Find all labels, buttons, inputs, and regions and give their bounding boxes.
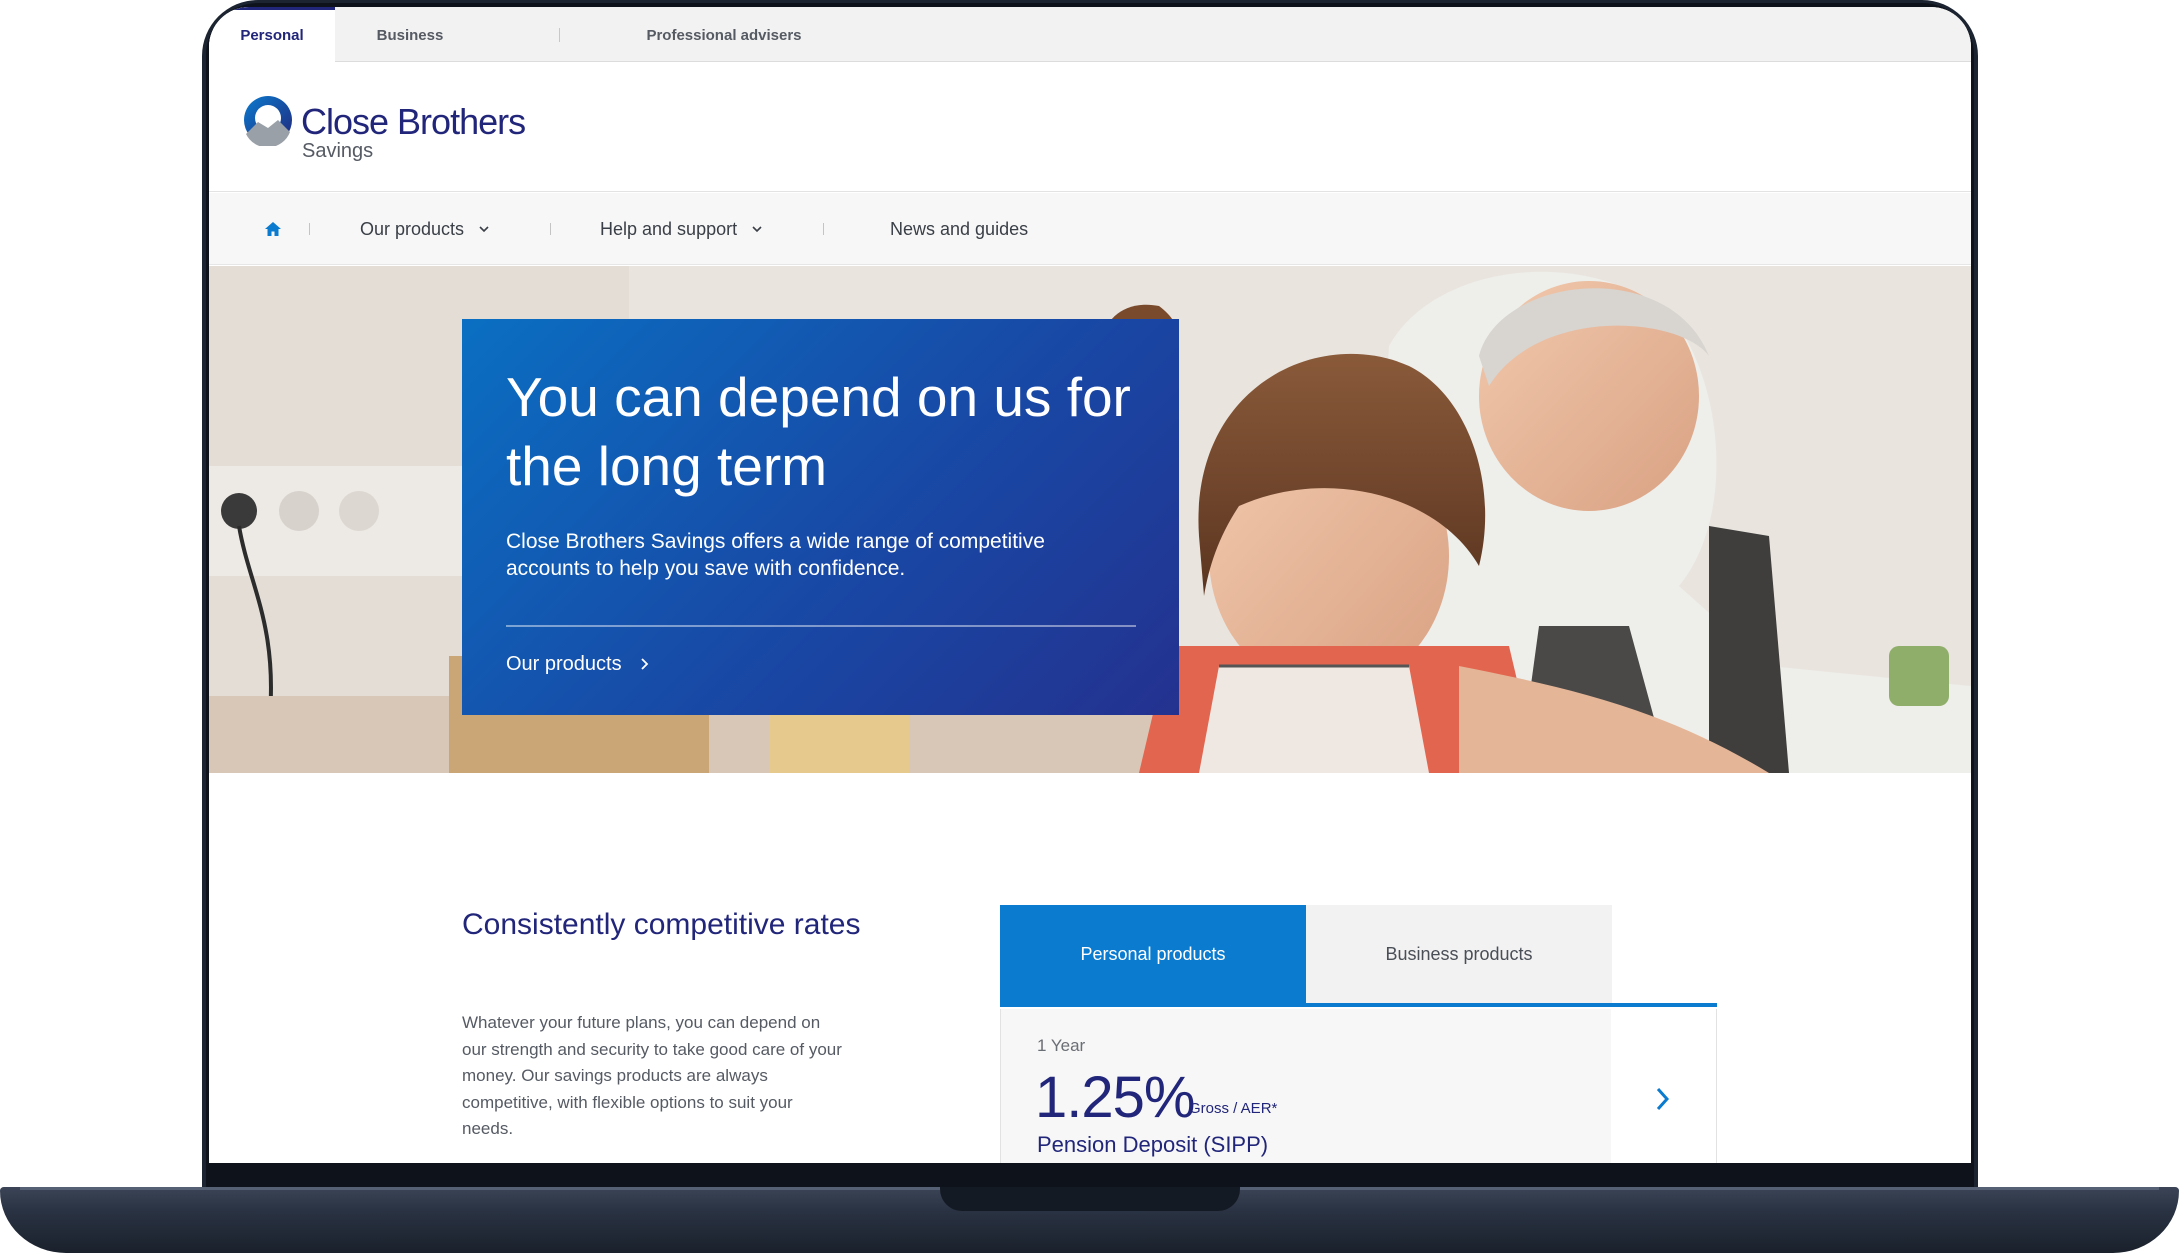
hero-text: Close Brothers Savings offers a wide ran… <box>506 530 1045 580</box>
tab-business[interactable]: Business <box>349 7 471 62</box>
product-tabs-underline <box>1000 1003 1717 1007</box>
rates-text: Whatever your future plans, you can depe… <box>462 1013 842 1138</box>
hero-card: You can depend on us for the long term C… <box>462 319 1179 715</box>
nav-divider <box>823 223 824 235</box>
chevron-down-icon <box>752 226 762 233</box>
site-header: Close Brothers Savings <box>209 62 1971 192</box>
tab-divider <box>559 28 560 42</box>
logo-subtitle: Savings <box>302 140 374 162</box>
chevron-down-icon <box>479 226 489 233</box>
hero-our-products-link[interactable]: Our products <box>506 653 649 676</box>
chevron-right-icon[interactable] <box>1655 1086 1671 1112</box>
rate-card-body: 1 Year 1.25% Gross / AER* Pension Deposi… <box>1001 1009 1611 1163</box>
main-nav: Our products Help and support News and g… <box>209 193 1971 265</box>
logo-name: Close Brothers <box>301 101 526 142</box>
nav-divider <box>550 223 551 235</box>
rates-heading: Consistently competitive rates <box>462 908 861 941</box>
audience-tabs: Personal Business Professional advisers <box>209 7 1971 63</box>
tab-professional-advisers[interactable]: Professional advisers <box>604 7 844 62</box>
rate-value: 1.25% <box>1035 1065 1195 1130</box>
laptop-notch <box>940 1187 1240 1211</box>
tab-personal-products[interactable]: Personal products <box>1000 905 1306 1003</box>
nav-news-guides[interactable]: News and guides <box>890 193 1028 265</box>
close-brothers-logo-icon[interactable] <box>242 94 294 146</box>
hero-link-label: Our products <box>506 653 622 675</box>
rate-term: 1 Year <box>1037 1036 1086 1055</box>
nav-help-support[interactable]: Help and support <box>600 193 762 265</box>
tab-business-products[interactable]: Business products <box>1306 905 1612 1003</box>
rate-product-name[interactable]: Pension Deposit (SIPP) <box>1037 1132 1268 1158</box>
nav-divider <box>309 223 310 235</box>
nav-help-support-label: Help and support <box>600 219 738 239</box>
hero-banner: You can depend on us for the long term C… <box>209 266 1971 773</box>
rate-basis: Gross / AER* <box>1189 1100 1278 1117</box>
chevron-right-icon <box>641 658 649 670</box>
rate-card[interactable]: 1 Year 1.25% Gross / AER* Pension Deposi… <box>1000 1009 1717 1163</box>
nav-our-products[interactable]: Our products <box>360 193 489 265</box>
hero-divider <box>506 625 1136 627</box>
hero-title: You can depend on us for the long term <box>506 366 1131 497</box>
product-tabs: Personal products Business products <box>1000 905 1739 1007</box>
home-icon[interactable] <box>264 221 282 237</box>
tab-personal[interactable]: Personal <box>209 7 335 63</box>
nav-our-products-label: Our products <box>360 219 465 239</box>
browser-screen: Personal Business Professional advisers … <box>209 7 1971 1163</box>
